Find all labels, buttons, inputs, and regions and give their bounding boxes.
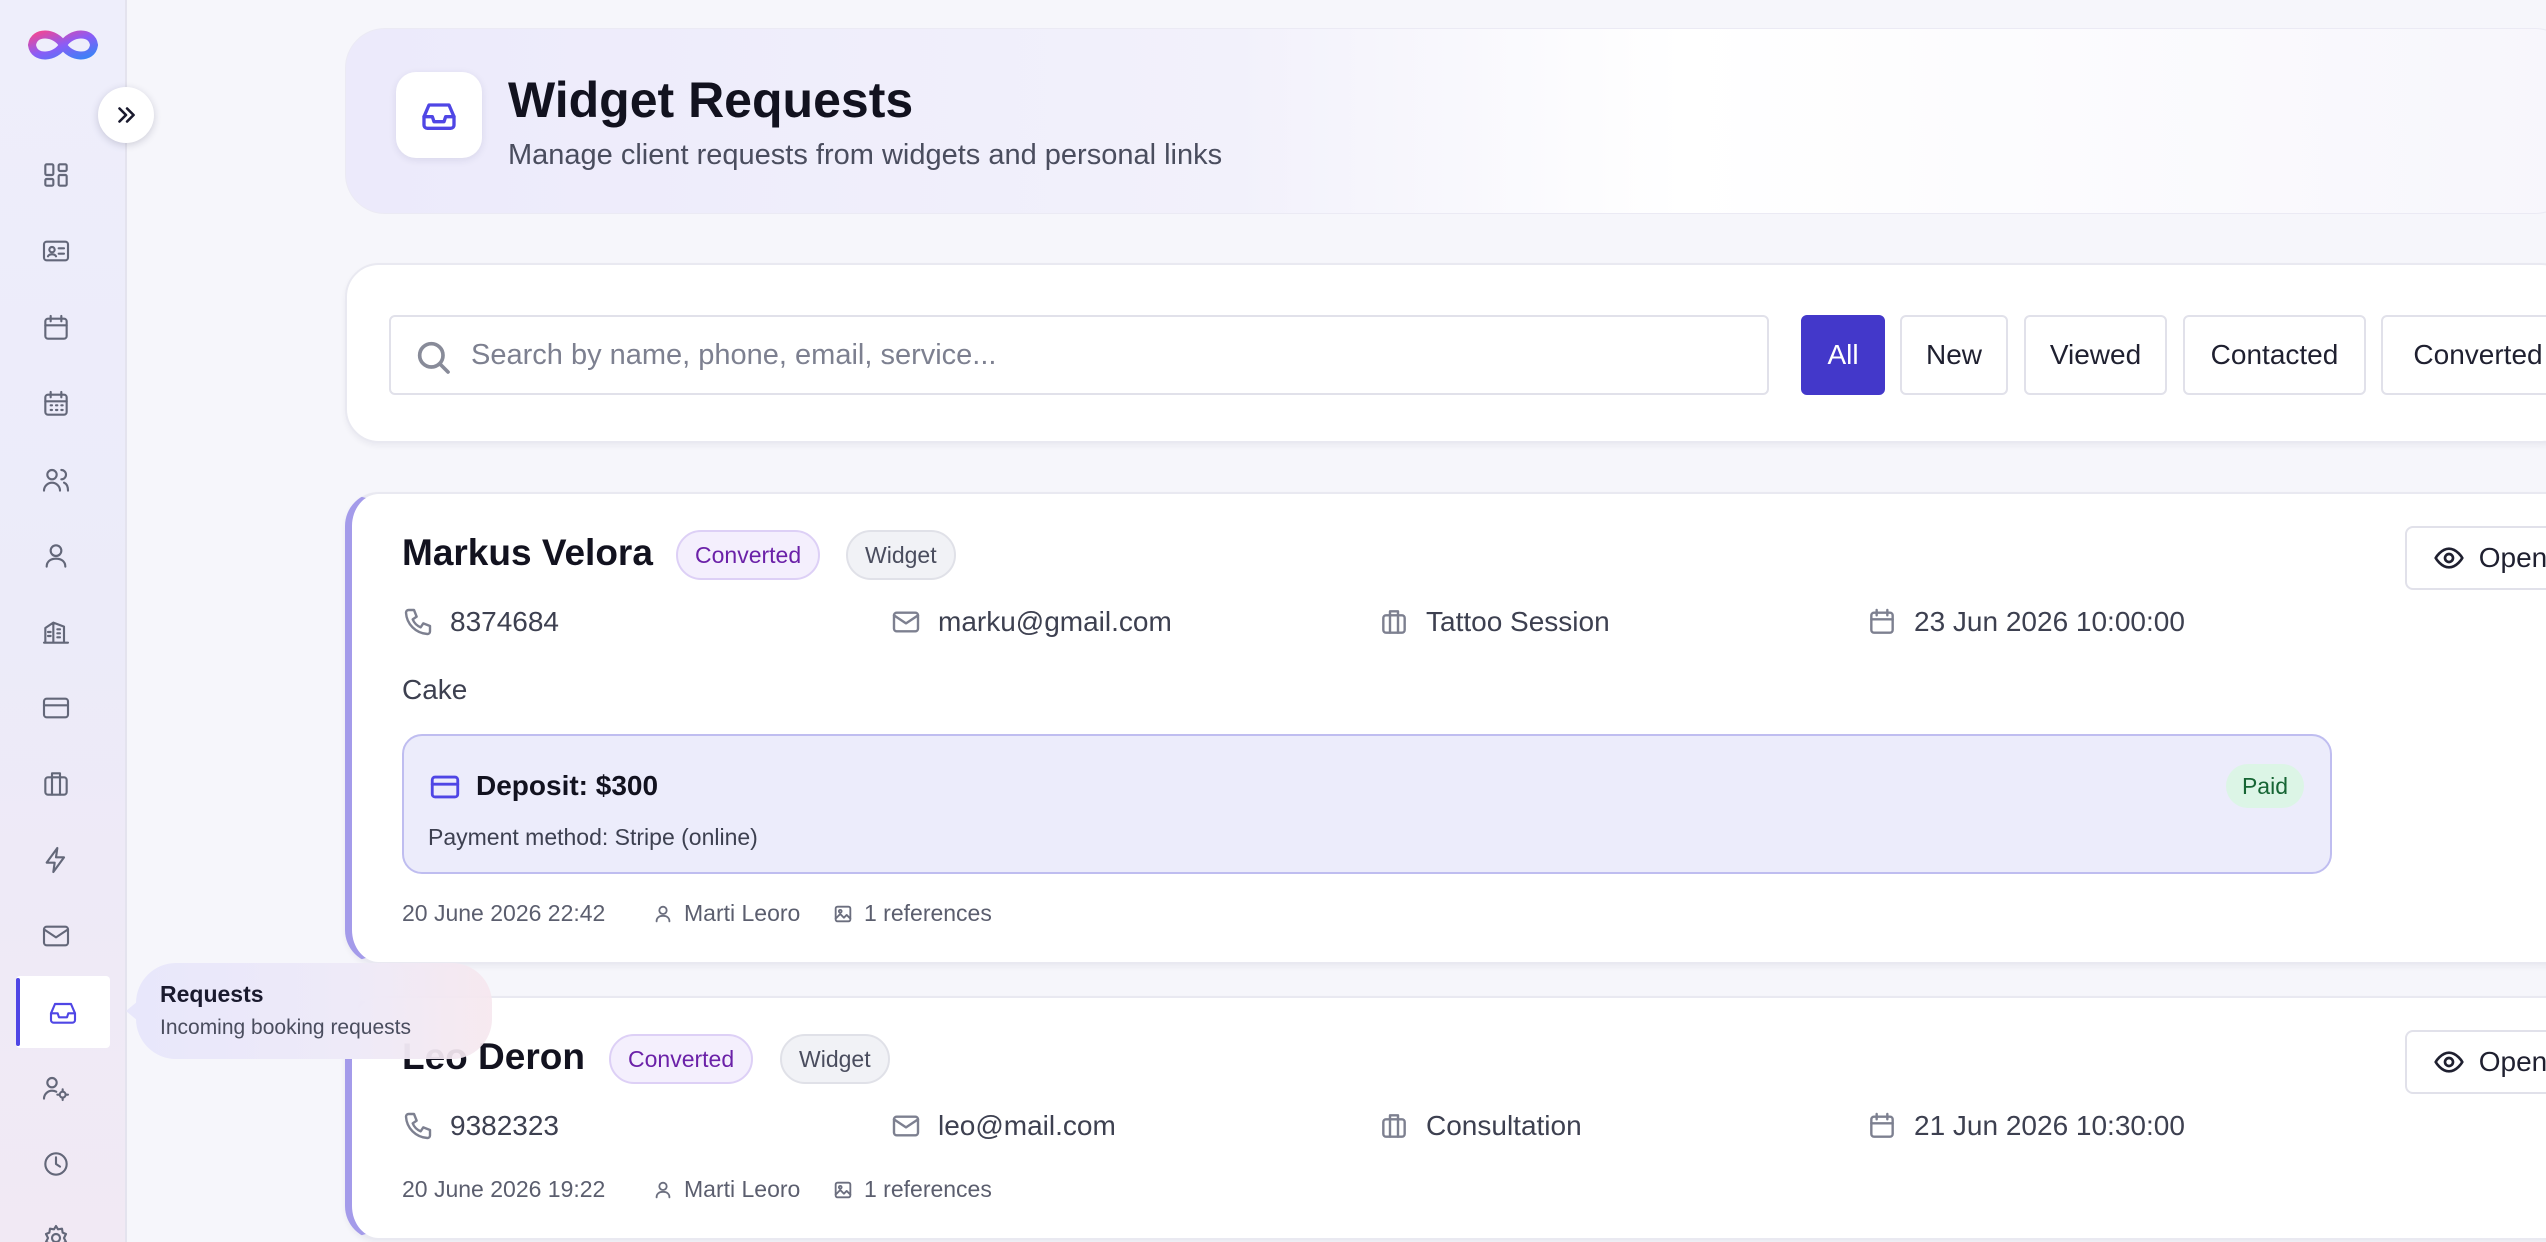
created-value: 20 June 2026 22:42	[402, 900, 606, 926]
open-request-button[interactable]: Open	[2405, 526, 2546, 590]
page-title: Widget Requests	[508, 72, 914, 128]
settings-gear-icon[interactable]	[30, 1212, 82, 1242]
references-value: 1 references	[864, 1176, 992, 1202]
client-name: Markus Velora	[402, 532, 653, 573]
app-logo-icon[interactable]	[26, 22, 100, 68]
filter-converted-button[interactable]: Converted	[2381, 315, 2546, 395]
sidebar-tooltip: Requests Incoming booking requests	[126, 963, 492, 1059]
email-info: marku@gmail.com	[890, 606, 1172, 638]
image-icon	[834, 905, 852, 922]
artist-info: Marti Leoro	[652, 900, 800, 927]
requests-inbox-icon[interactable]	[16, 976, 110, 1048]
artist-info: Marti Leoro	[652, 1176, 800, 1203]
tooltip-subtitle: Incoming booking requests	[160, 1016, 411, 1039]
calendar-icon	[1870, 608, 1894, 634]
status-badge: Converted	[609, 1034, 754, 1084]
clock-icon[interactable]	[30, 1138, 82, 1190]
artist-value: Marti Leoro	[684, 900, 801, 926]
filter-all-button[interactable]: All	[1801, 315, 1885, 395]
open-label: Open	[2478, 542, 2546, 573]
mail-icon	[892, 1115, 920, 1137]
user-icon[interactable]	[30, 530, 82, 582]
created-value: 20 June 2026 19:22	[402, 1176, 606, 1202]
mail-icon	[892, 611, 920, 633]
open-request-button[interactable]: Open	[2405, 1030, 2546, 1094]
deposit-panel: Deposit: $300 Payment method: Stripe (on…	[402, 734, 2332, 874]
credit-card-icon	[428, 770, 462, 804]
filter-new-button[interactable]: New	[1900, 315, 2008, 395]
artist-value: Marti Leoro	[684, 1176, 801, 1202]
eye-icon	[2434, 1051, 2464, 1073]
contact-card-icon[interactable]	[30, 225, 82, 277]
app-root: Widget Requests Manage client requests f…	[0, 0, 2546, 1242]
search-icon	[417, 341, 450, 374]
mail-icon[interactable]	[30, 910, 82, 962]
user-icon	[655, 1181, 671, 1198]
phone-icon	[404, 608, 432, 636]
email-value: leo@mail.com	[938, 1110, 1116, 1141]
service-value: Tattoo Session	[1426, 606, 1610, 637]
chevrons-right-icon	[118, 107, 135, 123]
service-value: Consultation	[1426, 1110, 1582, 1141]
references-info: 1 references	[832, 900, 992, 927]
references-value: 1 references	[864, 900, 992, 926]
email-value: marku@gmail.com	[938, 606, 1172, 637]
building-icon[interactable]	[30, 606, 82, 658]
user-settings-icon[interactable]	[30, 1062, 82, 1114]
open-label: Open	[2478, 1046, 2546, 1077]
calendar-icon[interactable]	[30, 302, 82, 354]
user-icon	[655, 905, 671, 922]
briefcase-icon	[1382, 1114, 1406, 1138]
lightning-icon[interactable]	[30, 834, 82, 886]
request-card[interactable]: Leo Deron Converted Widget Open 9382323 …	[345, 996, 2546, 1240]
request-note: Cake	[402, 674, 468, 705]
phone-info: 9382323	[402, 1110, 559, 1142]
search-input[interactable]	[471, 317, 1751, 393]
datetime-info: 21 Jun 2026 10:30:00	[1866, 1110, 2185, 1142]
inbox-icon	[396, 72, 482, 158]
status-badge: Converted	[676, 530, 821, 580]
eye-icon	[2434, 547, 2464, 569]
page-subtitle: Manage client requests from widgets and …	[508, 139, 1223, 171]
paid-badge: Paid	[2225, 764, 2304, 808]
image-icon	[834, 1181, 852, 1198]
request-card[interactable]: Markus Velora Converted Widget Open 8374…	[345, 492, 2546, 964]
deposit-title: Deposit: $300	[476, 770, 659, 801]
credit-card-icon[interactable]	[30, 682, 82, 734]
tooltip-title: Requests	[160, 981, 264, 1007]
filter-bar: All New Viewed Contacted Converted	[345, 263, 2546, 443]
datetime-value: 21 Jun 2026 10:30:00	[1914, 1110, 2185, 1141]
phone-value: 9382323	[450, 1110, 560, 1141]
briefcase-icon	[1382, 610, 1406, 634]
filter-contacted-button[interactable]: Contacted	[2183, 315, 2366, 395]
briefcase-icon[interactable]	[30, 758, 82, 810]
sidebar	[0, 0, 127, 1242]
phone-icon	[404, 1112, 432, 1140]
datetime-value: 23 Jun 2026 10:00:00	[1914, 606, 2185, 637]
phone-info: 8374684	[402, 606, 559, 638]
expand-sidebar-button[interactable]	[98, 87, 154, 143]
calendar-icon	[1870, 1112, 1894, 1138]
service-info: Consultation	[1378, 1110, 1582, 1142]
search-box	[389, 315, 1769, 395]
source-badge: Widget	[846, 530, 956, 580]
email-info: leo@mail.com	[890, 1110, 1116, 1142]
datetime-info: 23 Jun 2026 10:00:00	[1866, 606, 2185, 638]
created-date: 20 June 2026 22:42	[402, 900, 605, 927]
filter-viewed-button[interactable]: Viewed	[2024, 315, 2167, 395]
source-badge: Widget	[780, 1034, 890, 1084]
schedule-icon[interactable]	[30, 378, 82, 430]
created-date: 20 June 2026 19:22	[402, 1176, 605, 1203]
page-header: Widget Requests Manage client requests f…	[345, 28, 2546, 214]
deposit-method: Payment method: Stripe (online)	[428, 824, 758, 850]
references-info: 1 references	[832, 1176, 992, 1203]
service-info: Tattoo Session	[1378, 606, 1610, 638]
users-icon[interactable]	[30, 454, 82, 506]
phone-value: 8374684	[450, 606, 560, 637]
dashboard-icon[interactable]	[30, 149, 82, 201]
